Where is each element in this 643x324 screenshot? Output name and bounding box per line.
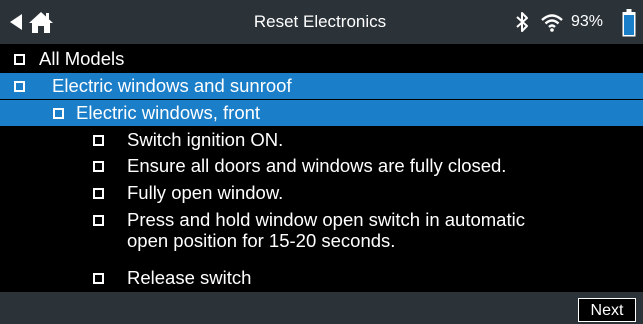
step-label: Press and hold window open switch in aut… (127, 209, 525, 230)
checkbox[interactable] (93, 161, 104, 172)
checkbox[interactable] (93, 188, 104, 199)
bluetooth-icon (516, 12, 528, 32)
step-label: Fully open window. (127, 182, 284, 203)
battery-icon (622, 9, 636, 37)
step-label: Switch ignition ON. (127, 129, 284, 150)
checkbox[interactable] (14, 81, 25, 92)
home-icon[interactable] (28, 10, 54, 34)
footer-bar (0, 292, 643, 324)
checkbox[interactable] (53, 108, 64, 119)
checkbox[interactable] (93, 135, 104, 146)
tree-item-label: Electric windows, front (76, 102, 261, 123)
step-label: Release switch (127, 267, 252, 288)
back-arrow-icon[interactable] (8, 13, 24, 31)
tree-item-category[interactable]: Electric windows and sunroof (0, 73, 643, 99)
step-label-continued: open position for 15-20 seconds. (127, 230, 396, 251)
tree-item-all-models[interactable]: All Models (0, 46, 643, 72)
tree-item-label: Electric windows and sunroof (52, 75, 292, 96)
page-title: Reset Electronics (253, 12, 387, 31)
wifi-icon (541, 14, 563, 32)
next-button[interactable]: Next (578, 298, 636, 322)
tree-item-subcategory[interactable]: Electric windows, front (0, 100, 643, 126)
checkbox[interactable] (14, 54, 25, 65)
checkbox[interactable] (93, 215, 104, 226)
step-label: Ensure all doors and windows are fully c… (127, 155, 507, 176)
tree-item-label: All Models (39, 48, 125, 69)
header-bar: Reset Electronics 93% (0, 0, 643, 44)
battery-percent: 93% (571, 13, 604, 30)
checkbox[interactable] (93, 273, 104, 284)
